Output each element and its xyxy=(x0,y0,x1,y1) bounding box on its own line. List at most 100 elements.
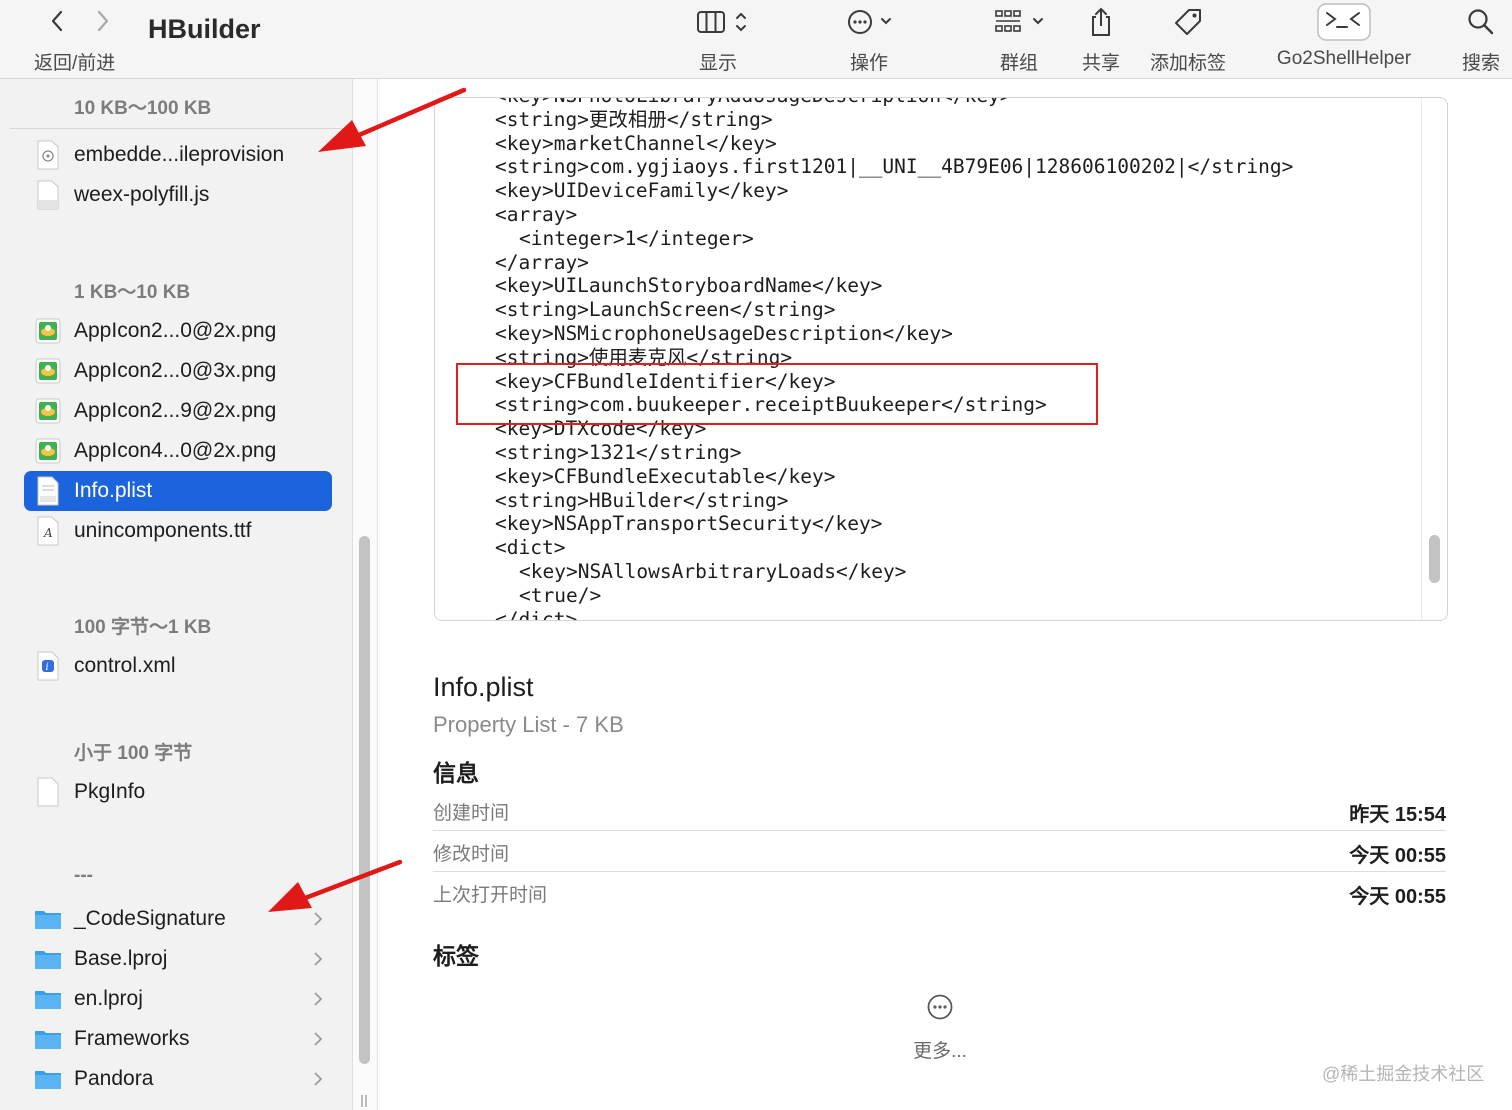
window-title: HBuilder xyxy=(148,14,261,44)
share-button[interactable]: 共享 xyxy=(1078,4,1124,76)
code-line: <string>1321</string> xyxy=(495,440,742,464)
file-row[interactable]: AppIcon2...0@2x.png xyxy=(24,311,332,351)
folder-row[interactable]: en.lproj xyxy=(24,979,332,1019)
folder-row[interactable]: Frameworks xyxy=(24,1019,332,1059)
back-button[interactable] xyxy=(42,6,72,36)
chevron-right-icon xyxy=(314,1032,323,1046)
code-line: </dict> xyxy=(495,607,578,621)
file-title: Info.plist xyxy=(433,672,534,702)
header-divider xyxy=(10,128,352,129)
png-file-icon xyxy=(35,358,61,384)
code-line: <string>LaunchScreen</string> xyxy=(495,298,836,322)
chevron-right-icon xyxy=(314,992,323,1006)
code-line: <key>NSAppTransportSecurity</key> xyxy=(495,512,883,536)
file-row[interactable]: i control.xml xyxy=(24,646,332,686)
blank-file-icon xyxy=(37,777,59,807)
view-button[interactable]: 显示 xyxy=(680,4,756,76)
folder-icon xyxy=(35,1031,61,1049)
file-row[interactable]: PkgInfo xyxy=(24,772,332,812)
go2shell-button[interactable]: Go2ShellHelper xyxy=(1268,3,1420,76)
provision-file-icon xyxy=(37,140,59,170)
file-row-selected[interactable]: Info.plist xyxy=(24,471,332,511)
code-line: <string>更改相册</string> xyxy=(495,107,773,131)
plist-file-icon xyxy=(37,476,59,506)
back-forward-label: 返回/前进 xyxy=(34,53,116,74)
file-name: AppIcon4...0@2x.png xyxy=(74,439,277,462)
ellipsis-circle-icon xyxy=(848,10,891,34)
group-header: 10 KB～100 KB xyxy=(74,98,212,119)
column-resize-handle-icon[interactable] xyxy=(358,1094,370,1108)
file-row[interactable]: embedde...ileprovision xyxy=(24,135,332,175)
js-file-icon xyxy=(37,180,59,210)
file-name: PkgInfo xyxy=(74,780,146,803)
preview-scroll-track xyxy=(1421,98,1422,620)
code-line: <key>NSPhotoLibraryAddUsageDescription</… xyxy=(495,98,1293,108)
code-line: <dict> xyxy=(495,536,566,560)
code-line: <key>NSMicrophoneUsageDescription</key> xyxy=(495,321,953,345)
group-header: 1 KB～10 KB xyxy=(74,282,191,303)
add-tag-button[interactable]: 添加标签 xyxy=(1146,4,1230,76)
code-line: <key>NSAllowsArbitraryLoads</key> xyxy=(519,559,907,583)
file-name: _CodeSignature xyxy=(74,907,226,930)
folder-icon xyxy=(35,951,61,969)
annotation-highlight-box xyxy=(456,363,1098,425)
share-label: 共享 xyxy=(1081,53,1120,74)
code-line: <key>marketChannel</key> xyxy=(495,131,777,155)
xml-file-icon: i xyxy=(37,651,59,681)
info-value: 今天 00:55 xyxy=(1349,845,1446,867)
action-button[interactable]: 操作 xyxy=(834,4,904,76)
group-header: 100 字节～1 KB xyxy=(74,617,212,638)
file-name: AppIcon2...9@2x.png xyxy=(74,399,277,422)
folder-icon xyxy=(35,991,61,1009)
svg-text:A: A xyxy=(43,526,53,540)
more-button[interactable]: 更多... xyxy=(908,990,972,1062)
file-row[interactable]: AppIcon2...9@2x.png xyxy=(24,391,332,431)
group-label: 群组 xyxy=(999,53,1038,74)
folder-row-partial[interactable] xyxy=(24,1099,332,1110)
file-row[interactable]: AppIcon2...0@3x.png xyxy=(24,351,332,391)
png-file-icon xyxy=(35,318,61,344)
column-view-icon xyxy=(697,11,746,33)
share-icon xyxy=(1092,7,1110,36)
file-row[interactable]: AppIcon4...0@2x.png xyxy=(24,431,332,471)
go2shell-label: Go2ShellHelper xyxy=(1276,48,1412,69)
file-kind: Property List - 7 KB xyxy=(433,712,624,737)
info-section-heading: 信息 xyxy=(433,760,479,786)
sidebar-scroll-thumb[interactable] xyxy=(359,536,370,1064)
action-label: 操作 xyxy=(849,53,888,74)
code-line: <key>CFBundleExecutable</key> xyxy=(495,464,836,488)
folder-row[interactable]: Pandora xyxy=(24,1059,332,1099)
info-row-created: 创建时间 昨天 15:54 xyxy=(433,790,1446,831)
terminal-icon xyxy=(1317,3,1371,41)
svg-text:i: i xyxy=(46,662,49,673)
info-key: 修改时间 xyxy=(433,844,510,865)
file-name: weex-polyfill.js xyxy=(74,183,210,206)
file-name: AppIcon2...0@3x.png xyxy=(74,359,277,382)
info-row-last-opened: 上次打开时间 今天 00:55 xyxy=(433,872,1446,913)
search-button[interactable]: 搜索 xyxy=(1456,4,1506,76)
file-name: AppIcon2...0@2x.png xyxy=(74,319,277,342)
code-line: <string>HBuilder</string> xyxy=(495,488,789,512)
info-value: 今天 00:55 xyxy=(1349,886,1446,908)
group-button[interactable]: 群组 xyxy=(986,4,1052,76)
folder-icon xyxy=(34,1104,62,1110)
file-list-sidebar: 10 KB～100 KB embedde...ileprovision weex… xyxy=(0,79,352,1110)
png-file-icon xyxy=(35,398,61,424)
chevron-right-icon xyxy=(314,952,323,966)
file-name: control.xml xyxy=(74,654,176,677)
file-row[interactable]: weex-polyfill.js xyxy=(24,175,332,215)
folder-row[interactable]: Base.lproj xyxy=(24,939,332,979)
info-key: 创建时间 xyxy=(433,803,510,824)
plist-preview[interactable]: <key>NSPhotoLibraryAddUsageDescription</… xyxy=(434,97,1448,621)
file-name: embedde...ileprovision xyxy=(74,143,285,166)
tags-section-heading: 标签 xyxy=(433,943,479,969)
chevron-left-icon xyxy=(51,10,63,32)
grid-group-icon xyxy=(995,10,1043,32)
search-icon xyxy=(1468,9,1494,35)
file-row[interactable]: A unincomponents.ttf xyxy=(24,511,332,551)
info-key: 上次打开时间 xyxy=(433,885,548,906)
preview-scroll-thumb[interactable] xyxy=(1429,535,1440,583)
code-line: <string>com.ygjiaoys.first1201|__UNI__4B… xyxy=(495,155,1294,179)
forward-button[interactable] xyxy=(88,6,118,36)
folder-row[interactable]: _CodeSignature xyxy=(24,899,332,939)
